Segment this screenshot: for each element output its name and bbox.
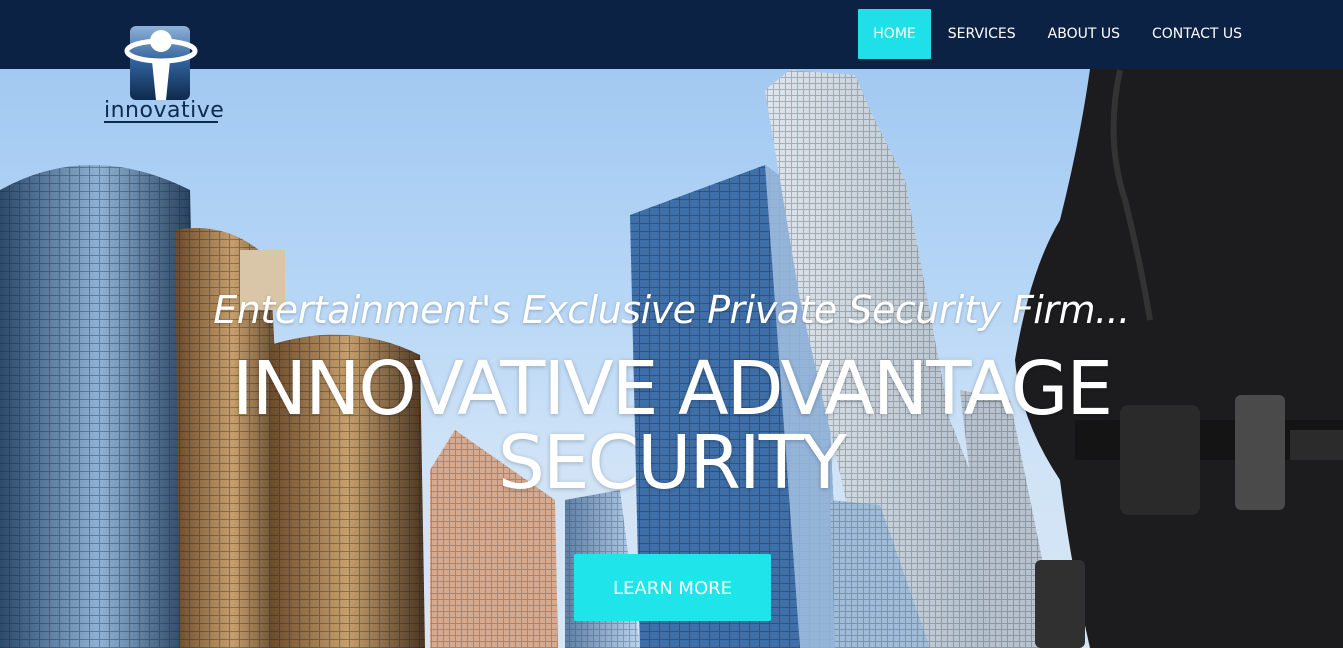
hero-headline-line1: INNOVATIVE ADVANTAGE — [231, 346, 1113, 432]
nav-contact-us[interactable]: CONTACT US — [1137, 9, 1257, 59]
nav-home[interactable]: HOME — [858, 9, 931, 59]
hero-headline: INNOVATIVE ADVANTAGE SECURITY — [0, 352, 1343, 500]
logo-underline — [104, 121, 218, 123]
nav-services[interactable]: SERVICES — [933, 9, 1031, 59]
learn-more-button[interactable]: LEARN MORE — [574, 554, 771, 621]
hero-headline-line2: SECURITY — [497, 420, 847, 506]
hero-tagline: Entertainment's Exclusive Private Securi… — [213, 288, 1130, 332]
nav-about-us[interactable]: ABOUT US — [1033, 9, 1135, 59]
main-nav: HOME SERVICES ABOUT US CONTACT US — [858, 9, 1257, 59]
logo-wordmark: innovative — [104, 98, 225, 123]
shield-person-icon — [124, 26, 198, 100]
brand-logo[interactable]: innovative — [100, 23, 224, 126]
